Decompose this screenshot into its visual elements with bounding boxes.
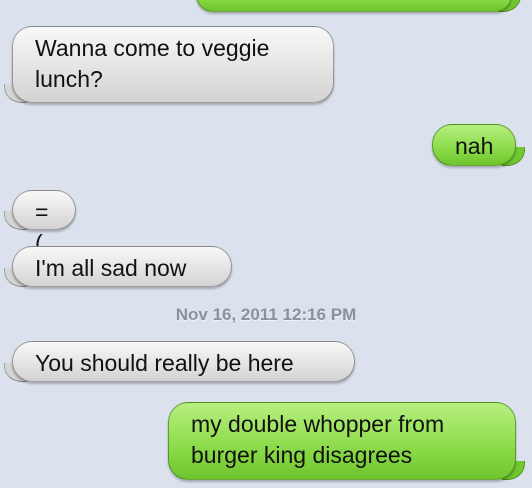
message-bubble-outgoing[interactable]: my double whopper from burger king disag…	[168, 402, 525, 480]
message-bubble-outgoing-partial[interactable]	[196, 0, 521, 12]
message-bubble-incoming[interactable]: I'm all sad now	[4, 246, 232, 287]
message-bubble-incoming[interactable]: Wanna come to veggie lunch?	[4, 26, 334, 103]
message-text: I'm all sad now	[35, 255, 187, 281]
message-bubble-incoming[interactable]: You should really be here	[4, 341, 355, 382]
message-thread: Wanna come to veggie lunch? nah =( I'm a…	[0, 0, 532, 488]
message-text: nah	[455, 133, 494, 159]
message-timestamp: Nov 16, 2011 12:16 PM	[175, 305, 357, 324]
message-bubble-incoming[interactable]: =(	[4, 190, 76, 256]
message-text: my double whopper from burger king disag…	[191, 411, 445, 468]
message-text: Wanna come to veggie lunch?	[35, 35, 270, 92]
message-text: You should really be here	[35, 350, 294, 376]
message-bubble-outgoing[interactable]: nah	[432, 124, 525, 166]
